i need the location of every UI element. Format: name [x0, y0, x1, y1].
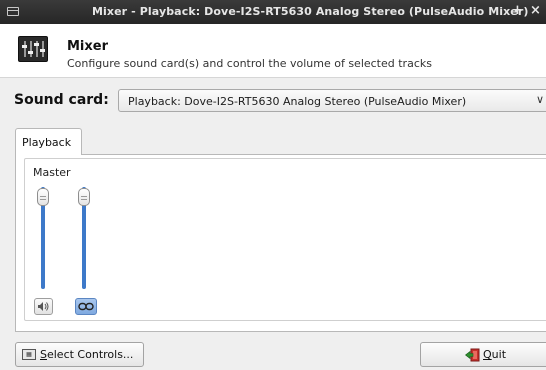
tab-playback[interactable]: Playback: [15, 128, 82, 155]
track-label-master: Master: [33, 166, 71, 179]
close-icon[interactable]: ×: [530, 3, 541, 18]
select-controls-label: Select Controls...: [40, 348, 134, 361]
quit-button[interactable]: Quit: [420, 342, 546, 367]
mute-toggle-button[interactable]: [34, 298, 53, 315]
tab-panel: Master: [15, 154, 546, 332]
volume-handle-right[interactable]: [78, 188, 90, 206]
select-controls-icon: ▦: [22, 349, 36, 360]
tracks-panel: Master: [24, 158, 546, 321]
exit-icon: [465, 348, 480, 362]
chevron-down-icon: ∨: [536, 93, 545, 106]
add-icon[interactable]: +: [512, 3, 523, 18]
volume-handle-left[interactable]: [37, 188, 49, 206]
page-subtitle: Configure sound card(s) and control the …: [67, 57, 432, 70]
tab-playback-label: Playback: [22, 136, 72, 149]
page-title: Mixer: [67, 39, 109, 54]
sound-card-dropdown[interactable]: Playback: Dove-I2S-RT5630 Analog Stereo …: [118, 89, 546, 112]
sound-card-selected: Playback: Dove-I2S-RT5630 Analog Stereo …: [128, 95, 467, 108]
channel-lock-button[interactable]: [75, 298, 97, 315]
select-controls-button[interactable]: ▦ Select Controls...: [15, 342, 144, 367]
link-icon: [78, 302, 94, 311]
window-title: Mixer - Playback: Dove-I2S-RT5630 Analog…: [92, 5, 529, 18]
sound-card-label: Sound card:: [14, 92, 109, 108]
speaker-icon: [38, 302, 49, 311]
quit-label: Quit: [483, 348, 507, 361]
header: Mixer Configure sound card(s) and contro…: [0, 24, 546, 78]
mixer-icon: [18, 36, 48, 62]
window-menu-icon[interactable]: [7, 7, 19, 16]
title-bar: Mixer - Playback: Dove-I2S-RT5630 Analog…: [0, 0, 546, 24]
